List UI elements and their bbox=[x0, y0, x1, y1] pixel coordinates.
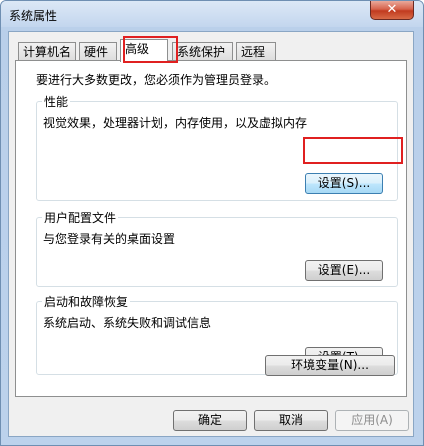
tab-advanced[interactable]: 高级 bbox=[120, 39, 168, 62]
user-profiles-title: 用户配置文件 bbox=[42, 209, 119, 226]
dialog-client-area: 计算机名 硬件 高级 系统保护 远程 要进行大多数更改，您必须作为管理员登录。 … bbox=[8, 31, 414, 437]
close-icon: ✕ bbox=[386, 2, 398, 17]
tab-label: 系统保护 bbox=[177, 45, 226, 59]
tab-label: 远程 bbox=[241, 45, 266, 59]
tab-system-protection[interactable]: 系统保护 bbox=[172, 42, 233, 61]
advanced-tab-page: 要进行大多数更改，您必须作为管理员登录。 性能 视觉效果，处理器计划，内存使用，… bbox=[15, 60, 407, 397]
close-button[interactable]: ✕ bbox=[370, 1, 414, 20]
performance-description: 视觉效果，处理器计划，内存使用，以及虚拟内存 bbox=[43, 116, 308, 130]
ok-button[interactable]: 确定 bbox=[173, 410, 247, 431]
apply-button[interactable]: 应用(A) bbox=[335, 410, 409, 431]
performance-settings-button[interactable]: 设置(S)... bbox=[305, 173, 383, 194]
admin-notice: 要进行大多数更改，您必须作为管理员登录。 bbox=[36, 73, 277, 87]
tab-computer-name[interactable]: 计算机名 bbox=[18, 42, 76, 61]
user-profiles-group: 用户配置文件 与您登录有关的桌面设置 设置(E)... bbox=[36, 209, 398, 287]
title-bar[interactable]: 系统属性 ✕ bbox=[1, 1, 423, 27]
performance-group: 性能 视觉效果，处理器计划，内存使用，以及虚拟内存 设置(S)... bbox=[36, 93, 398, 201]
tab-label: 高级 bbox=[125, 42, 150, 56]
user-profiles-description: 与您登录有关的桌面设置 bbox=[43, 232, 176, 246]
system-properties-window: 系统属性 ✕ 计算机名 硬件 高级 系统保护 远程 要进行大多数更改，您必须作为… bbox=[0, 0, 424, 446]
startup-recovery-title: 启动和故障恢复 bbox=[42, 293, 131, 310]
startup-recovery-description: 系统启动、系统失败和调试信息 bbox=[43, 316, 212, 330]
tab-hardware[interactable]: 硬件 bbox=[79, 42, 117, 61]
tab-remote[interactable]: 远程 bbox=[236, 42, 276, 61]
environment-variables-button[interactable]: 环境变量(N)... bbox=[265, 355, 395, 376]
performance-title: 性能 bbox=[42, 93, 71, 110]
tab-label: 硬件 bbox=[84, 45, 109, 59]
user-profiles-settings-button[interactable]: 设置(E)... bbox=[305, 260, 383, 281]
window-title: 系统属性 bbox=[9, 9, 58, 23]
cancel-button[interactable]: 取消 bbox=[254, 410, 328, 431]
tab-label: 计算机名 bbox=[23, 45, 72, 59]
